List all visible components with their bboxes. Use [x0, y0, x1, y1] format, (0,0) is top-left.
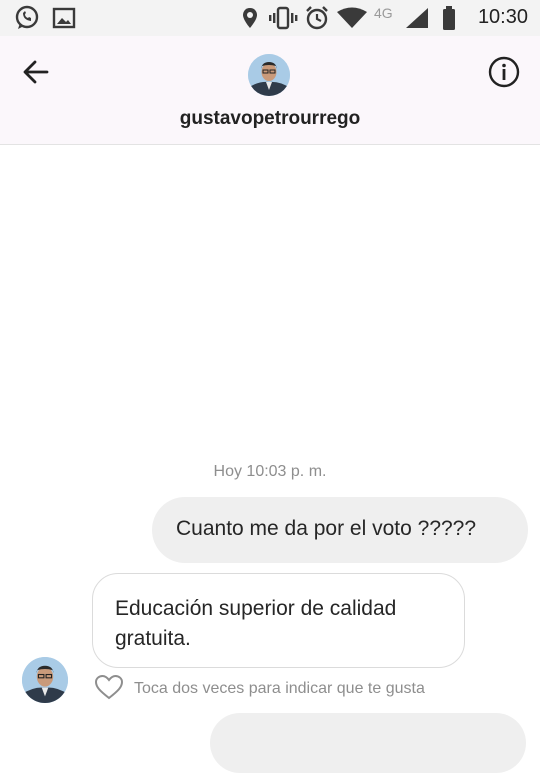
vibrate-icon — [268, 6, 298, 30]
heart-icon[interactable] — [94, 674, 124, 705]
status-time: 10:30 — [477, 6, 528, 28]
battery-icon — [442, 5, 456, 31]
incoming-message-bubble[interactable]: Educación superior de calidad gratuita. — [92, 573, 465, 668]
info-icon — [487, 55, 521, 94]
like-hint: Toca dos veces para indicar que te gusta — [94, 674, 425, 704]
outgoing-message-bubble-partial[interactable] — [210, 713, 526, 773]
back-button[interactable] — [18, 56, 54, 92]
whatsapp-icon — [14, 5, 40, 31]
location-icon — [240, 6, 260, 30]
signal-icon — [404, 6, 430, 30]
outgoing-message-bubble[interactable]: Cuanto me da por el voto ????? — [152, 497, 528, 563]
like-hint-label: Toca dos veces para indicar que te gusta — [134, 680, 425, 697]
wifi-icon — [336, 7, 368, 29]
status-bar: 4G 10:30 — [0, 0, 540, 36]
avatar[interactable] — [248, 54, 290, 96]
info-button[interactable] — [486, 56, 522, 92]
sender-avatar[interactable] — [22, 657, 68, 703]
chat-username[interactable]: gustavopetrourrego — [0, 108, 540, 130]
arrow-left-icon — [21, 57, 51, 92]
message-timestamp: Hoy 10:03 p. m. — [213, 463, 327, 480]
network-type-label: 4G — [374, 5, 393, 21]
gallery-icon — [52, 7, 76, 29]
alarm-icon — [304, 5, 330, 31]
chat-header: gustavopetrourrego — [0, 36, 540, 145]
